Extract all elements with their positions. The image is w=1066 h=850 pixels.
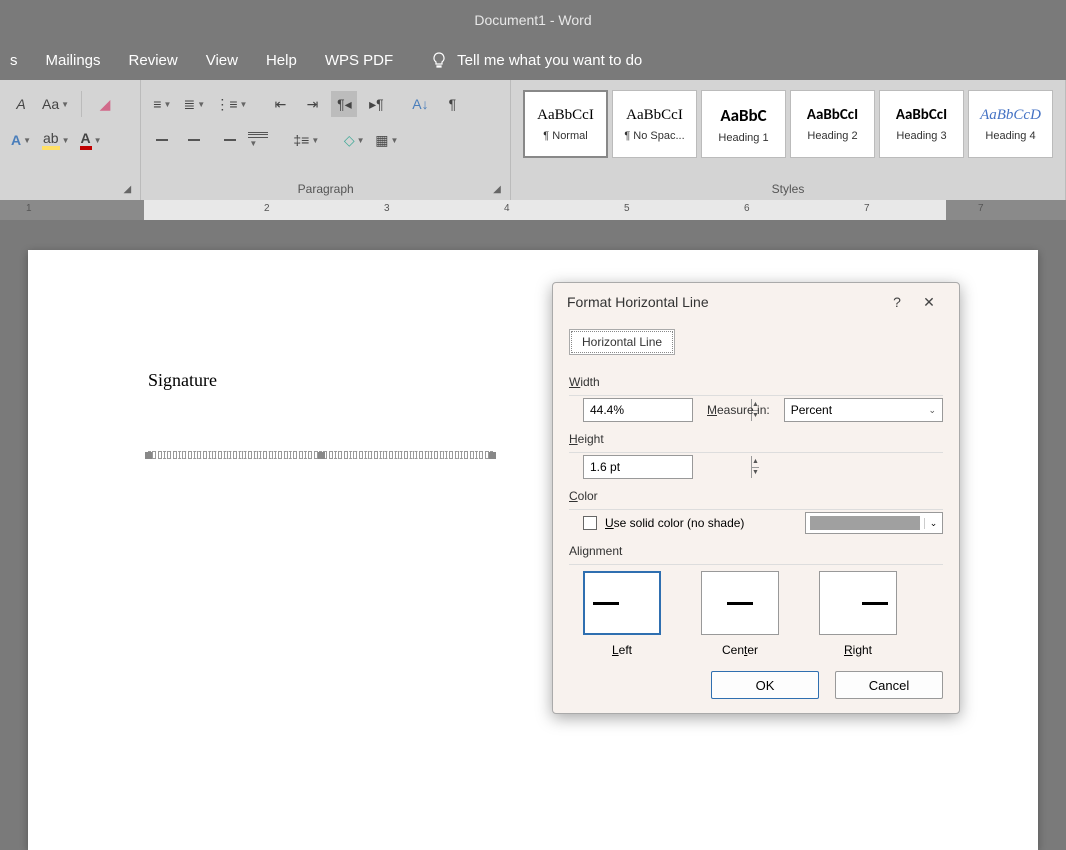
style-normal[interactable]: AaBbCcI ¶ Normal	[523, 90, 608, 158]
increase-indent-button[interactable]: ⇥	[299, 91, 325, 117]
styles-gallery[interactable]: AaBbCcI ¶ Normal AaBbCcI ¶ No Spac... Aa…	[519, 86, 1057, 162]
font-color-button[interactable]: A▼	[78, 127, 104, 153]
window-title: Document1 - Word	[474, 12, 591, 28]
menu-view[interactable]: View	[206, 52, 238, 69]
menu-wps-pdf[interactable]: WPS PDF	[325, 52, 393, 69]
menu-help[interactable]: Help	[266, 52, 297, 69]
chevron-down-icon: ⌄	[928, 405, 936, 416]
alignment-left-option[interactable]: Left	[583, 571, 661, 657]
show-marks-button[interactable]: ¶	[439, 91, 465, 117]
format-painter-button[interactable]: ◢	[92, 91, 118, 117]
menu-s[interactable]: s	[10, 52, 18, 69]
title-bar: Document1 - Word	[0, 0, 1066, 40]
use-solid-color-checkbox[interactable]	[583, 516, 597, 530]
paragraph-dialog-launcher-icon[interactable]: ◢	[490, 182, 504, 196]
ribbon: A Aa▼ ◢ A▼ ab▼ A▼ ◢ ≡▼ ≣▼ ⋮≡▼ ⇤ ⇥ ¶◂ ▸¶ …	[0, 80, 1066, 200]
alignment-center-option[interactable]: Center	[701, 571, 779, 657]
ruler[interactable]: 1 2 3 4 5 6 7 7	[0, 200, 1066, 220]
height-input[interactable]	[584, 456, 751, 478]
chevron-down-icon: ⌄	[924, 518, 942, 529]
align-left-button[interactable]	[149, 129, 175, 151]
style-no-spacing[interactable]: AaBbCcI ¶ No Spac...	[612, 90, 697, 158]
resize-handle-right[interactable]	[489, 452, 496, 459]
help-button[interactable]: ?	[881, 294, 913, 310]
width-label: Width	[569, 375, 943, 389]
sort-button[interactable]: A↓	[407, 91, 433, 117]
dialog-titlebar[interactable]: Format Horizontal Line ? ✕	[553, 283, 959, 321]
color-label: Color	[569, 489, 943, 503]
width-spinner[interactable]: ▲▼	[583, 398, 693, 422]
close-button[interactable]: ✕	[913, 294, 945, 311]
numbering-button[interactable]: ≣▼	[181, 91, 207, 117]
height-up-button[interactable]: ▲	[752, 456, 759, 468]
font-dialog-launcher-icon[interactable]: ◢	[120, 182, 134, 196]
style-heading-2[interactable]: AaBbCcI Heading 2	[790, 90, 875, 158]
style-heading-1[interactable]: AaBbC Heading 1	[701, 90, 786, 158]
ribbon-group-font: A Aa▼ ◢ A▼ ab▼ A▼ ◢	[0, 80, 141, 200]
borders-button[interactable]: ▦▼	[373, 127, 400, 153]
dialog-title: Format Horizontal Line	[567, 294, 709, 310]
decrease-indent-button[interactable]: ⇤	[267, 91, 293, 117]
highlight-button[interactable]: ab▼	[40, 127, 72, 153]
tab-horizontal-line[interactable]: Horizontal Line	[569, 329, 675, 355]
height-spinner[interactable]: ▲▼	[583, 455, 693, 479]
horizontal-line-object[interactable]	[148, 451, 493, 459]
height-down-button[interactable]: ▼	[752, 468, 759, 479]
bullets-button[interactable]: ≡▼	[149, 91, 175, 117]
rtl-direction-button[interactable]: ▸¶	[363, 91, 389, 117]
style-heading-3[interactable]: AaBbCcI Heading 3	[879, 90, 964, 158]
align-center-button[interactable]	[181, 129, 207, 151]
menu-bar: s Mailings Review View Help WPS PDF Tell…	[0, 40, 1066, 80]
color-picker-combo[interactable]: ⌄	[805, 512, 943, 534]
measure-in-combo[interactable]: Percent⌄	[784, 398, 943, 422]
tell-me-label: Tell me what you want to do	[457, 52, 642, 69]
change-case-button[interactable]: Aa▼	[40, 91, 71, 117]
measure-in-label: Measure in:	[707, 403, 770, 417]
color-swatch	[810, 516, 920, 530]
menu-review[interactable]: Review	[129, 52, 178, 69]
multilevel-list-button[interactable]: ⋮≡▼	[213, 91, 249, 117]
alignment-right-option[interactable]: Right	[819, 571, 897, 657]
use-solid-color-label: Use solid color (no shade)	[605, 516, 744, 530]
shading-button[interactable]: ◇▼	[341, 127, 367, 153]
resize-handle-left[interactable]	[145, 452, 152, 459]
format-horizontal-line-dialog: Format Horizontal Line ? ✕ Horizontal Li…	[552, 282, 960, 714]
ribbon-group-paragraph: ≡▼ ≣▼ ⋮≡▼ ⇤ ⇥ ¶◂ ▸¶ A↓ ¶ ▼ ‡≡▼ ◇▼ ▦▼ Par…	[141, 80, 511, 200]
lightbulb-icon	[431, 52, 447, 68]
resize-handle-middle[interactable]	[318, 452, 325, 459]
style-heading-4[interactable]: AaBbCcD Heading 4	[968, 90, 1053, 158]
tell-me-search[interactable]: Tell me what you want to do	[431, 52, 642, 69]
ok-button[interactable]: OK	[711, 671, 819, 699]
clear-formatting-button[interactable]: A	[8, 91, 34, 117]
ltr-direction-button[interactable]: ¶◂	[331, 91, 357, 117]
ribbon-group-styles: AaBbCcI ¶ Normal AaBbCcI ¶ No Spac... Aa…	[511, 80, 1066, 200]
alignment-label: Alignment	[569, 544, 943, 558]
align-right-button[interactable]	[213, 129, 239, 151]
menu-mailings[interactable]: Mailings	[46, 52, 101, 69]
align-justify-button[interactable]: ▼	[245, 129, 271, 151]
height-label: Height	[569, 432, 943, 446]
styles-group-label: Styles	[511, 182, 1065, 196]
line-spacing-button[interactable]: ‡≡▼	[291, 127, 321, 153]
text-effects-button[interactable]: A▼	[8, 127, 34, 153]
cancel-button[interactable]: Cancel	[835, 671, 943, 699]
paragraph-group-label: Paragraph	[141, 182, 510, 196]
